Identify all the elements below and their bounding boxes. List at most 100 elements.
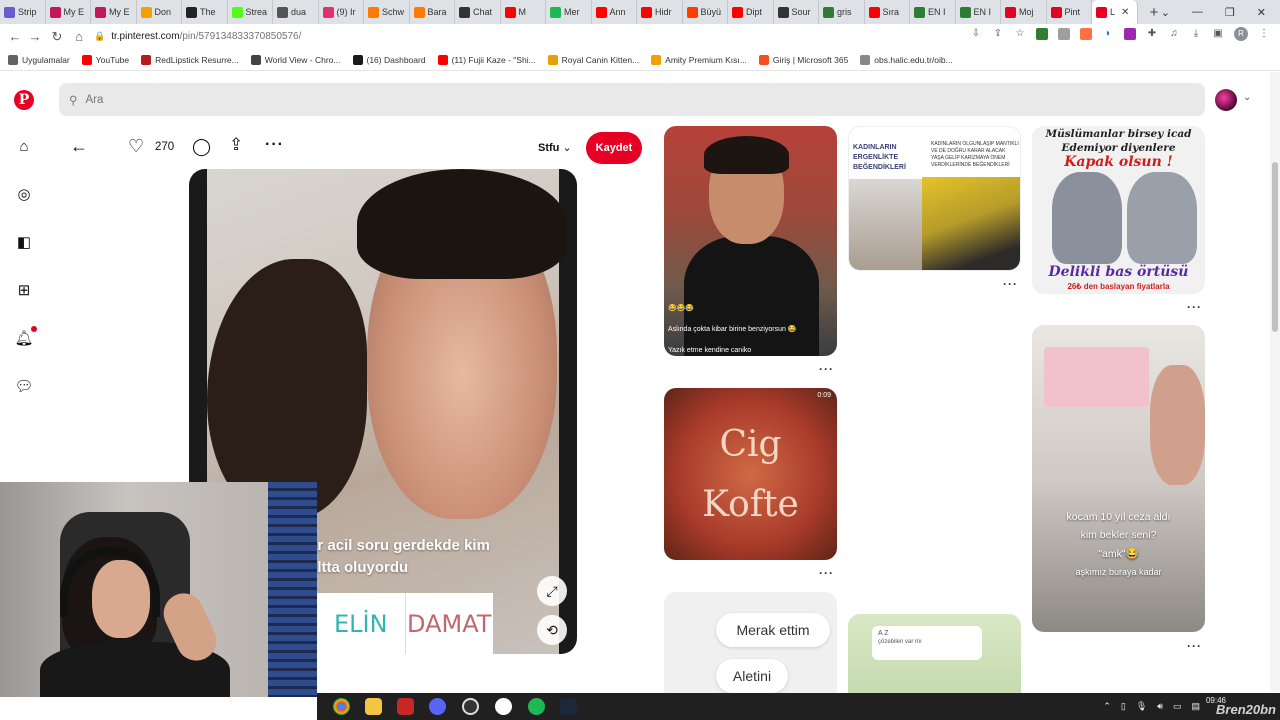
shield-extension-icon[interactable] (1036, 28, 1048, 40)
browser-tab[interactable]: Don (137, 0, 182, 24)
share-icon[interactable]: ⇪ (229, 135, 243, 155)
browser-tab[interactable]: Bara (410, 0, 455, 24)
visual-search-icon[interactable]: ⟲ (537, 615, 567, 645)
chevron-down-icon[interactable]: ⌄ (1243, 92, 1251, 103)
bookmark-item[interactable]: (16) Dashboard (352, 54, 426, 65)
comment-icon[interactable]: ◯ (192, 137, 211, 157)
bookmark-star-icon[interactable]: ☆ (1014, 28, 1026, 40)
related-pin[interactable]: Müslümanlar birsey icad Edemiyor diyenle… (1032, 126, 1205, 294)
pin-more-icon[interactable]: ··· (1187, 639, 1202, 653)
browser-tab[interactable]: EN I (956, 0, 1001, 24)
related-pin[interactable]: 😂😂😂 Aslında çokta kibar birine benziyors… (664, 126, 837, 356)
pin-more-icon[interactable]: ··· (819, 362, 834, 376)
menu-kebab-icon[interactable]: ⋮ (1258, 28, 1270, 40)
bookmark-item[interactable]: YouTube (81, 54, 129, 65)
language-icon[interactable]: ▤ (1191, 701, 1200, 712)
browser-tab[interactable]: Moj (1001, 0, 1047, 24)
pinterest-logo-icon[interactable]: P (14, 90, 34, 110)
related-pin[interactable]: Cig Kofte 0:09 (664, 388, 837, 560)
extension-icon[interactable] (1058, 28, 1070, 40)
back-arrow-icon[interactable]: ← (70, 136, 88, 157)
browser-tab[interactable]: Pint (1047, 0, 1092, 24)
scroll-thumb[interactable] (1272, 162, 1278, 332)
browser-tab[interactable]: (9) Ir (319, 0, 364, 24)
app-taskbar-icon[interactable] (397, 698, 414, 715)
browser-tab[interactable]: M (501, 0, 546, 24)
forward-icon[interactable]: → (24, 29, 46, 44)
related-pin[interactable]: A Z çözebilen var mı (848, 614, 1021, 704)
close-tab-icon[interactable]: ✕ (1121, 7, 1129, 18)
extension-icon[interactable] (1124, 28, 1136, 40)
browser-tab[interactable]: Ann (592, 0, 637, 24)
close-window-icon[interactable]: ✕ (1257, 6, 1266, 19)
related-pin[interactable]: Merak ettim Aletini (664, 592, 837, 702)
browser-tab[interactable]: dua (273, 0, 319, 24)
browser-tab[interactable]: Dipt (728, 0, 774, 24)
browser-tab[interactable]: Büyü (683, 0, 728, 24)
board-select[interactable]: Stfu ⌄ (538, 141, 572, 154)
chrome-taskbar-icon[interactable] (333, 698, 350, 715)
volume-icon[interactable]: 🔊︎ (1157, 701, 1163, 712)
spotify-icon[interactable] (528, 698, 545, 715)
browser-tab[interactable]: The (182, 0, 228, 24)
related-pin[interactable]: kocam 10 yıl ceza aldı kim bekler seni? … (1032, 325, 1205, 632)
obs-icon[interactable] (462, 698, 479, 715)
discord-icon[interactable] (429, 698, 446, 715)
browser-tab[interactable]: Schw (364, 0, 410, 24)
lock-icon[interactable]: 🔒 (94, 31, 105, 42)
boards-icon[interactable]: ◧ (14, 233, 34, 253)
browser-tab[interactable]: My E (91, 0, 137, 24)
browser-tab[interactable]: Chat (455, 0, 501, 24)
browser-tab[interactable]: EN I (910, 0, 956, 24)
home-icon[interactable]: ⌂ (68, 29, 90, 44)
tab-search-icon[interactable]: ⌄ (1161, 6, 1170, 19)
reload-icon[interactable]: ↻ (46, 29, 68, 45)
messages-icon[interactable]: 💬︎ (14, 377, 34, 397)
browser-tab[interactable]: Mer (546, 0, 592, 24)
minimize-icon[interactable]: — (1192, 6, 1203, 18)
more-options-icon[interactable]: ··· (265, 136, 284, 154)
browser-tab[interactable]: My E (46, 0, 91, 24)
user-avatar[interactable] (1215, 89, 1237, 111)
bookmark-item[interactable]: Uygulamalar (8, 54, 70, 65)
puzzle-icon[interactable]: ✚ (1146, 28, 1158, 40)
pin-more-icon[interactable]: ··· (1003, 277, 1018, 291)
steam-icon[interactable] (560, 698, 577, 715)
bookmark-item[interactable]: Amity Premium Kısı... (651, 54, 747, 65)
pin-more-icon[interactable]: ··· (1187, 300, 1202, 314)
browser-tab[interactable]: gris (819, 0, 865, 24)
back-icon[interactable]: ← (4, 29, 26, 44)
media-icon[interactable]: ♫ (1168, 28, 1180, 40)
browser-tab[interactable]: Strea (228, 0, 273, 24)
create-icon[interactable]: ⊞ (14, 281, 34, 301)
extension-icon[interactable]: ◗ (1102, 28, 1114, 40)
chevron-up-icon[interactable]: ⌃ (1103, 701, 1111, 712)
network-icon[interactable]: ▭ (1173, 701, 1182, 712)
bookmark-item[interactable]: Giriş | Microsoft 365 (758, 54, 848, 65)
download-icon[interactable]: ⤓ (1190, 28, 1202, 40)
bookmark-item[interactable]: (11) Fujii Kaze - "Shi... (437, 54, 536, 65)
browser-tab[interactable]: Sıra (865, 0, 910, 24)
microphone-icon[interactable]: 🎙︎ (1136, 701, 1147, 712)
bookmark-item[interactable]: World View - Chro... (250, 54, 341, 65)
bookmark-item[interactable]: Royal Canin Kitten... (547, 54, 639, 65)
profile-avatar[interactable]: R (1234, 27, 1248, 41)
sidebar-icon[interactable]: ▣ (1212, 28, 1224, 40)
extension-icon[interactable] (1080, 28, 1092, 40)
share-page-icon[interactable]: ⇪ (992, 28, 1004, 40)
maximize-icon[interactable]: ❐ (1225, 6, 1235, 19)
home-icon[interactable]: ⌂ (14, 137, 34, 157)
page-scrollbar[interactable] (1270, 72, 1280, 692)
heart-icon[interactable]: ♡ (128, 136, 144, 157)
browser-tab[interactable]: Strip (0, 0, 46, 24)
search-input[interactable]: ⚲ Ara (59, 83, 1205, 116)
explore-compass-icon[interactable]: ◎ (14, 185, 34, 205)
browser-tab[interactable]: Sour (774, 0, 819, 24)
save-button[interactable]: Kaydet (586, 132, 642, 164)
browser-tab[interactable]: L ✕ (1092, 0, 1138, 24)
bookmark-item[interactable]: obs.halic.edu.tr/oib... (860, 54, 953, 65)
notifications-bell-icon[interactable]: 🔔︎ (14, 329, 34, 349)
bookmark-item[interactable]: RedLipstick Resurre... (141, 54, 239, 65)
install-icon[interactable]: ⇩ (970, 28, 982, 40)
related-pin[interactable]: KADINLARIN ERGENLİKTE BEĞENDİKLERİ KADIN… (848, 126, 1021, 271)
